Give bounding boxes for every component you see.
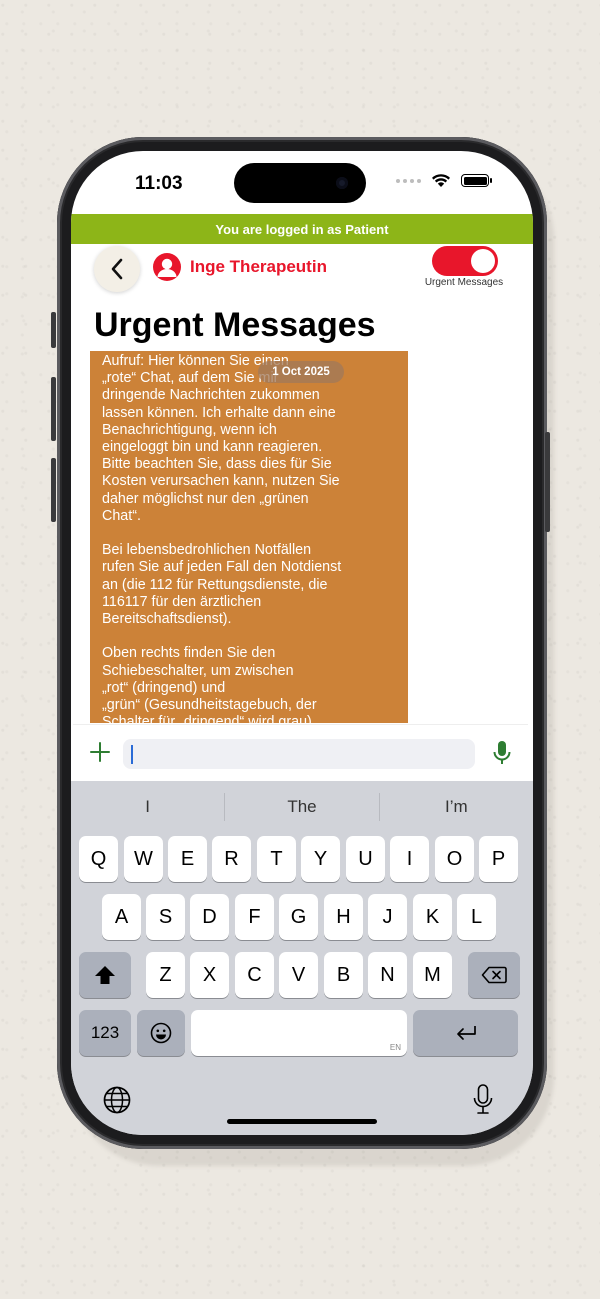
key-o[interactable]: O [435,836,474,882]
key-z[interactable]: Z [146,952,185,998]
key-j[interactable]: J [368,894,407,940]
suggestion-2[interactable]: The [225,797,378,817]
keyboard: I The I’m Q W E R T Y U I O P A S D F G … [71,781,533,1135]
status-time: 11:03 [135,173,183,194]
key-t[interactable]: T [257,836,296,882]
toggle-knob [471,249,495,273]
key-x[interactable]: X [190,952,229,998]
contact-avatar-icon[interactable] [153,253,181,281]
key-i[interactable]: I [390,836,429,882]
suggestion-1[interactable]: I [71,797,224,817]
numbers-key[interactable]: 123 [79,1010,131,1056]
key-p[interactable]: P [479,836,518,882]
dictation-mic-icon[interactable] [471,1083,495,1117]
key-s[interactable]: S [146,894,185,940]
key-a[interactable]: A [102,894,141,940]
wifi-icon [432,174,450,187]
page-title: Urgent Messages [94,306,376,344]
microphone-icon[interactable] [491,738,513,768]
globe-icon[interactable] [102,1085,132,1115]
key-h[interactable]: H [324,894,363,940]
shift-arrow-icon [95,966,115,984]
key-e[interactable]: E [168,836,207,882]
space-key[interactable]: EN [191,1010,407,1056]
phone-screen: 11:03 You are logged in as Patient Inge … [71,151,533,1135]
emoji-icon [150,1022,172,1044]
shift-key[interactable] [79,952,131,998]
urgent-messages-toggle[interactable] [432,246,498,276]
key-v[interactable]: V [279,952,318,998]
emoji-key[interactable] [137,1010,185,1056]
key-u[interactable]: U [346,836,385,882]
message-composer [73,724,528,780]
volume-down-button [51,458,56,522]
urgent-messages-toggle-label: Urgent Messages [424,277,504,288]
home-indicator [227,1119,377,1124]
key-q[interactable]: Q [79,836,118,882]
text-caret [131,745,133,764]
mute-switch [51,312,56,348]
date-pill: 1 Oct 2025 [258,361,344,383]
plus-icon[interactable] [87,739,113,765]
key-r[interactable]: R [212,836,251,882]
volume-up-button [51,377,56,441]
key-y[interactable]: Y [301,836,340,882]
dynamic-island [234,163,366,203]
key-w[interactable]: W [124,836,163,882]
key-l[interactable]: L [457,894,496,940]
key-n[interactable]: N [368,952,407,998]
key-g[interactable]: G [279,894,318,940]
backspace-key[interactable] [468,952,520,998]
key-m[interactable]: M [413,952,452,998]
space-language-label: EN [389,1043,401,1052]
power-button [545,432,550,532]
message-list[interactable]: Aufruf: Hier können Sie einen „rote“ Cha… [71,351,533,723]
status-icons [396,173,492,188]
back-button[interactable] [94,246,140,292]
key-f[interactable]: F [235,894,274,940]
login-status-banner: You are logged in as Patient [71,214,533,244]
backspace-icon [481,966,507,984]
key-d[interactable]: D [190,894,229,940]
suggestion-bar: I The I’m [71,781,533,833]
return-key[interactable] [413,1010,518,1056]
key-c[interactable]: C [235,952,274,998]
suggestion-3[interactable]: I’m [380,797,533,817]
battery-icon [461,174,492,187]
key-b[interactable]: B [324,952,363,998]
keyboard-bottom-bar [71,1075,533,1125]
contact-name[interactable]: Inge Therapeutin [190,257,327,277]
front-camera [336,177,348,189]
message-input[interactable] [123,739,475,769]
return-icon [456,1026,476,1040]
signal-icon [396,178,421,183]
message-bubble[interactable]: Aufruf: Hier können Sie einen „rote“ Cha… [90,351,408,723]
chevron-left-icon [111,258,123,280]
key-k[interactable]: K [413,894,452,940]
